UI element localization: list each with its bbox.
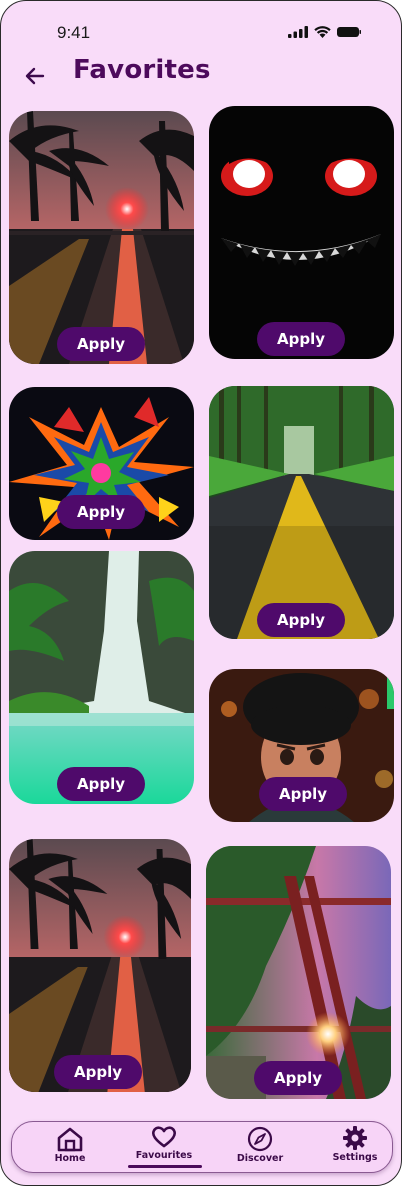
wallpaper-card[interactable]: Apply xyxy=(9,551,194,804)
wallpaper-card[interactable]: Apply xyxy=(9,111,194,364)
nav-label-discover: Discover xyxy=(236,1153,284,1164)
gear-icon xyxy=(343,1126,367,1150)
apply-button[interactable]: Apply xyxy=(57,327,145,361)
phone-screen: 9:41 Favorites Apply Apply Apply Apply A… xyxy=(0,0,402,1186)
heart-icon xyxy=(152,1126,176,1148)
apply-button[interactable]: Apply xyxy=(257,603,345,637)
wifi-icon xyxy=(314,26,331,38)
nav-label-favourites: Favourites xyxy=(135,1150,193,1161)
back-button[interactable] xyxy=(21,61,51,91)
bottom-nav: Home Favourites Discover Settings xyxy=(11,1121,393,1173)
nav-item-settings[interactable]: Settings xyxy=(330,1125,380,1163)
active-tab-indicator xyxy=(128,1165,202,1168)
apply-button[interactable]: Apply xyxy=(54,1055,142,1089)
nav-label-home: Home xyxy=(54,1153,86,1164)
status-icons xyxy=(288,26,361,38)
battery-icon xyxy=(337,27,361,37)
page-title: Favorites xyxy=(73,55,211,85)
nav-item-discover[interactable]: Discover xyxy=(232,1126,288,1164)
apply-button[interactable]: Apply xyxy=(57,767,145,801)
home-icon xyxy=(57,1127,83,1152)
apply-button[interactable]: Apply xyxy=(259,777,347,811)
wallpaper-card[interactable]: Apply xyxy=(209,669,394,822)
nav-label-settings: Settings xyxy=(332,1152,378,1163)
wallpaper-card[interactable]: Apply xyxy=(209,106,394,359)
nav-item-home[interactable]: Home xyxy=(50,1126,90,1164)
signal-icon xyxy=(288,26,308,38)
wallpaper-card[interactable]: Apply xyxy=(209,386,394,639)
wallpaper-card[interactable]: Apply xyxy=(9,839,191,1092)
status-time: 9:41 xyxy=(57,23,91,42)
apply-button[interactable]: Apply xyxy=(57,495,145,529)
wallpaper-card[interactable]: Apply xyxy=(9,387,194,540)
wallpaper-card[interactable]: Apply xyxy=(206,846,391,1099)
nav-item-favourites[interactable]: Favourites xyxy=(129,1125,199,1161)
arrow-left-icon xyxy=(25,67,45,85)
apply-button[interactable]: Apply xyxy=(254,1061,342,1095)
wallpaper-image xyxy=(209,386,394,639)
apply-button[interactable]: Apply xyxy=(257,322,345,356)
compass-icon xyxy=(247,1126,273,1152)
